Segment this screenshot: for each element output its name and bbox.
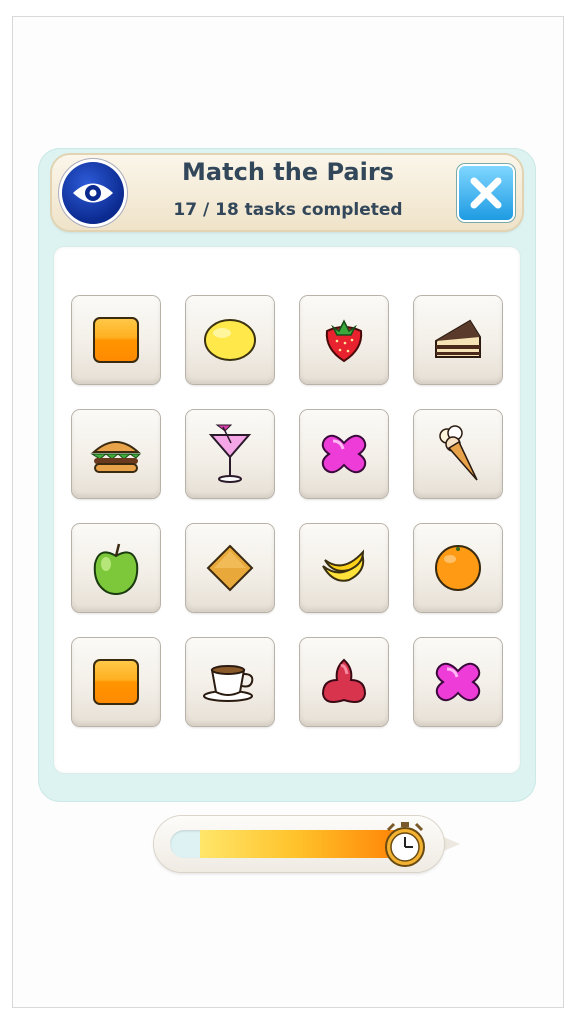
alarm-clock-icon xyxy=(385,822,425,867)
tile-orange-square[interactable] xyxy=(72,296,160,384)
orange-icon xyxy=(435,545,481,591)
tile-orange[interactable] xyxy=(414,524,502,612)
tile-ice-cream-cone[interactable] xyxy=(414,410,502,498)
tile-orange-square[interactable] xyxy=(72,638,160,726)
cake-slice-icon xyxy=(435,319,481,358)
close-button[interactable] xyxy=(459,166,513,220)
eye-icon xyxy=(73,183,113,203)
pink-butterfly-icon xyxy=(321,434,367,474)
strawberry-icon xyxy=(325,319,363,363)
banana-icon xyxy=(322,549,365,582)
tile-lemon[interactable] xyxy=(186,296,274,384)
burger-icon xyxy=(90,441,142,473)
coffee-cup-icon xyxy=(203,665,254,702)
tile-red-trefoil[interactable] xyxy=(300,638,388,726)
eye-button[interactable] xyxy=(62,162,124,224)
tile-pink-butterfly[interactable] xyxy=(300,410,388,498)
timer-track xyxy=(170,830,416,858)
tile-orange-diamond[interactable] xyxy=(186,524,274,612)
task-progress-text: 17 / 18 tasks completed xyxy=(173,200,403,220)
orange-diamond-icon xyxy=(206,544,254,592)
tile-green-apple[interactable] xyxy=(72,524,160,612)
tile-coffee-cup[interactable] xyxy=(186,638,274,726)
close-icon xyxy=(470,177,502,209)
timer xyxy=(154,814,464,874)
lemon-icon xyxy=(204,319,256,361)
green-apple-icon xyxy=(93,543,139,595)
orange-square-icon xyxy=(93,317,139,363)
page-title: Match the Pairs xyxy=(182,158,394,186)
ice-cream-cone-icon xyxy=(439,425,478,481)
tile-pink-butterfly[interactable] xyxy=(414,638,502,726)
tile-burger[interactable] xyxy=(72,410,160,498)
cocktail-icon xyxy=(208,424,252,483)
tile-banana[interactable] xyxy=(300,524,388,612)
red-trefoil-icon xyxy=(321,658,367,703)
tile-strawberry[interactable] xyxy=(300,296,388,384)
orange-square-icon xyxy=(93,659,139,705)
tile-cocktail[interactable] xyxy=(186,410,274,498)
pink-butterfly-icon xyxy=(435,662,481,702)
tile-cake-slice[interactable] xyxy=(414,296,502,384)
